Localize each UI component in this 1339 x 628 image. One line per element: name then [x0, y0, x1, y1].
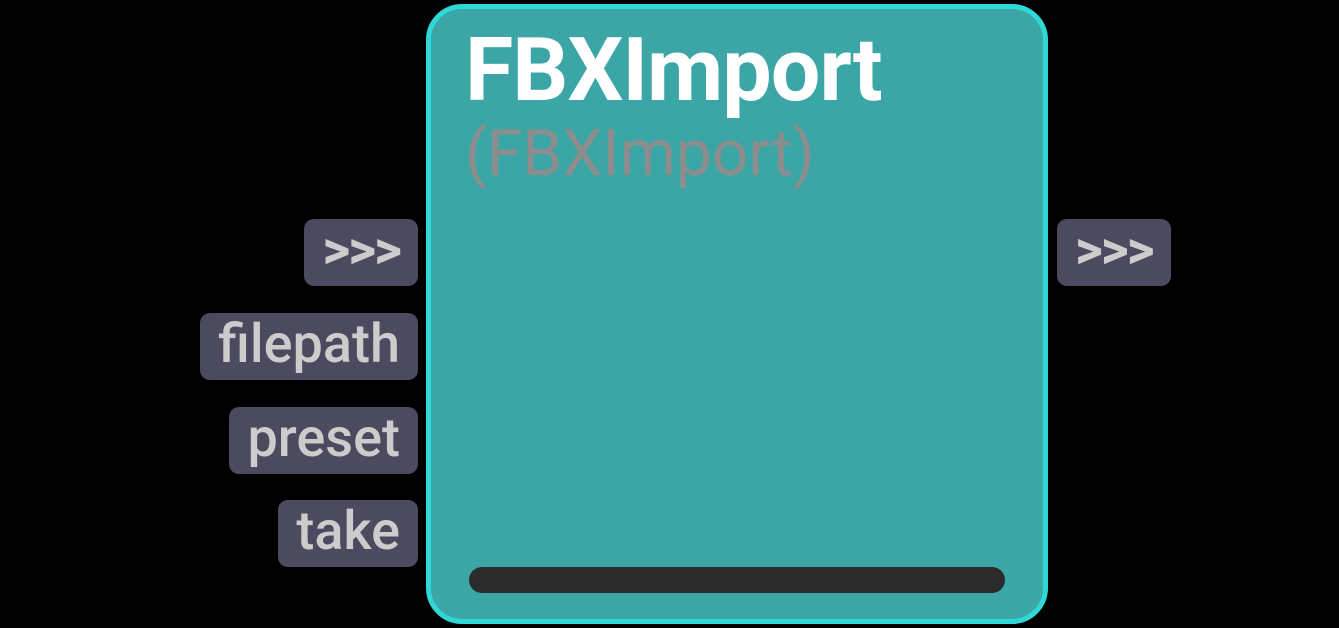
- input-port-filepath[interactable]: filepath: [200, 313, 418, 380]
- node-title: FBXImport: [465, 27, 1009, 115]
- input-port-preset[interactable]: preset: [229, 407, 418, 474]
- port-label: >>>: [322, 219, 400, 282]
- node-type-label: (FBXImport): [465, 119, 1009, 189]
- input-port-exec[interactable]: >>>: [304, 219, 418, 286]
- port-label: preset: [247, 407, 400, 470]
- port-label: >>>: [1075, 219, 1153, 282]
- input-port-take[interactable]: take: [278, 500, 418, 567]
- graph-canvas[interactable]: FBXImport (FBXImport) >>> filepath prese…: [0, 0, 1339, 628]
- port-label: filepath: [218, 313, 400, 376]
- node-footer-bar: [469, 567, 1005, 593]
- port-label: take: [296, 500, 400, 563]
- output-port-exec[interactable]: >>>: [1057, 219, 1171, 286]
- node-fbximport[interactable]: FBXImport (FBXImport): [426, 4, 1048, 624]
